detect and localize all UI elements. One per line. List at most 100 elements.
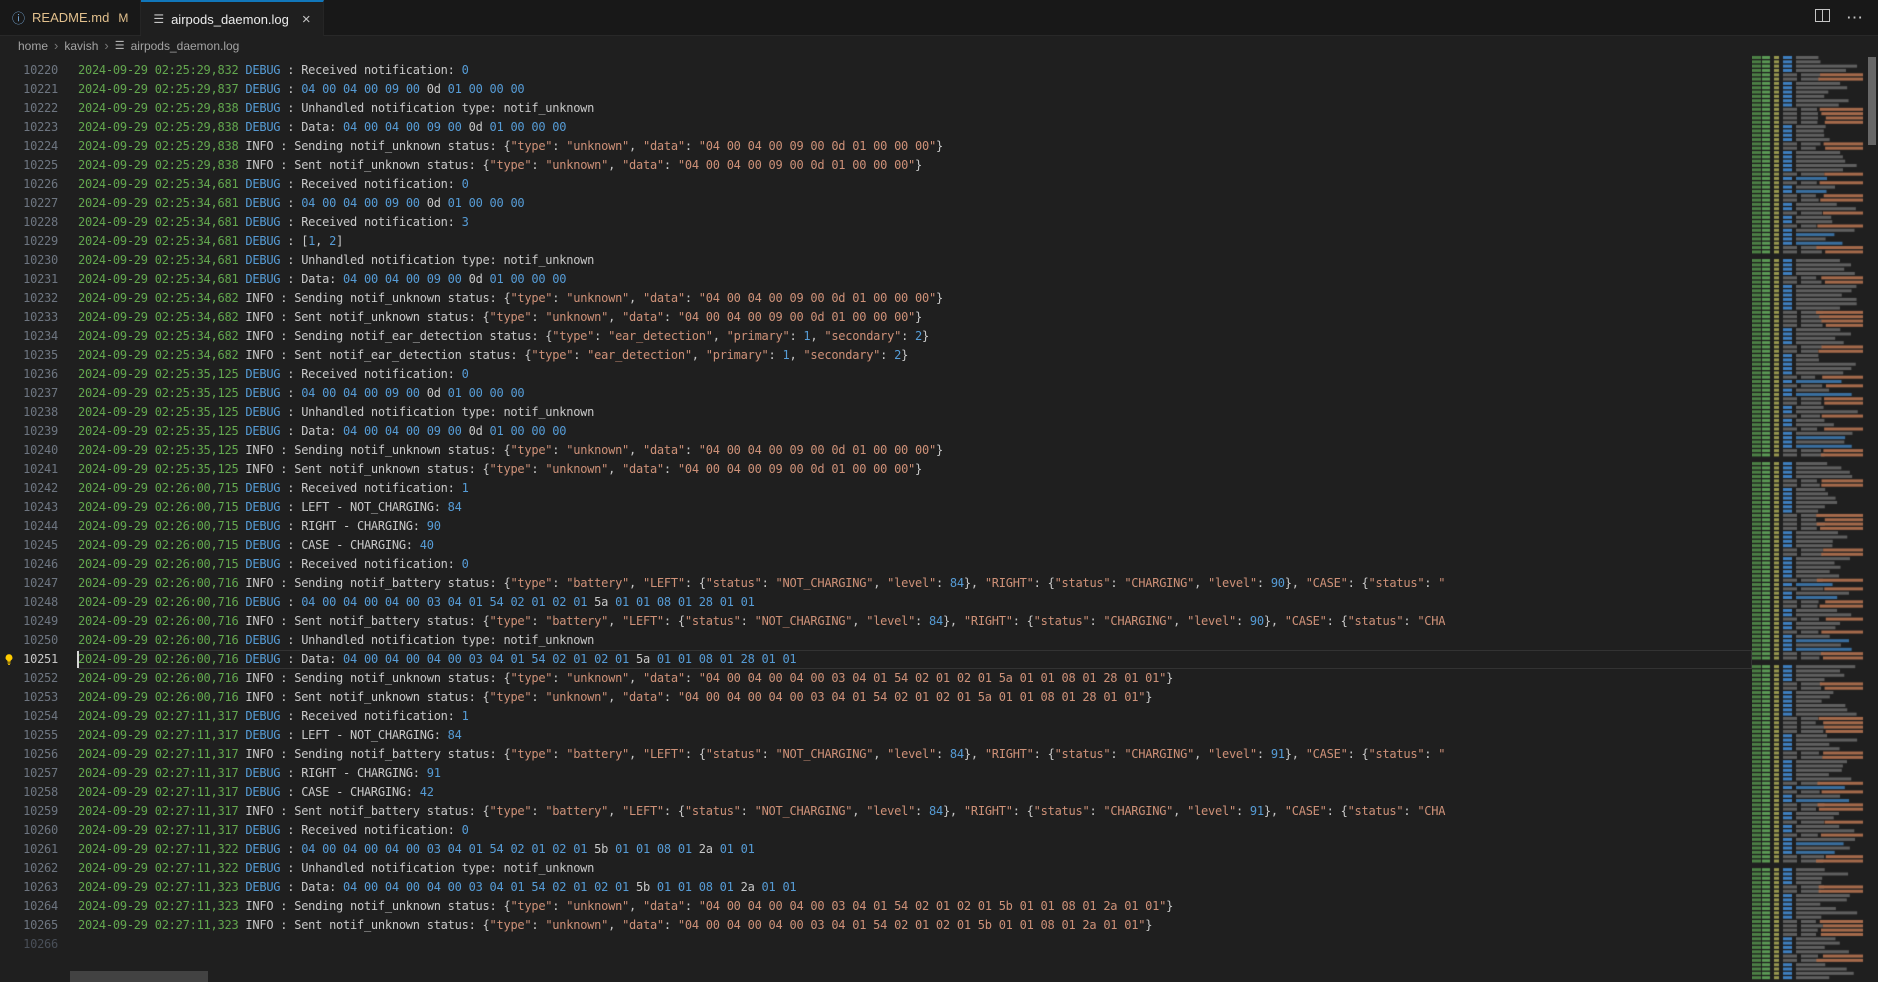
log-line-text[interactable]: 2024-09-29 02:25:29,838 DEBUG : Data: 04… <box>78 118 1752 137</box>
line-number[interactable]: 10248 <box>0 593 58 612</box>
line-number[interactable]: 10230 <box>0 251 58 270</box>
line-number[interactable]: 10255 <box>0 726 58 745</box>
log-line-text[interactable]: 2024-09-29 02:26:00,716 INFO : Sent noti… <box>78 612 1752 631</box>
line-number[interactable]: 10265 <box>0 916 58 935</box>
more-actions-icon[interactable]: ⋯ <box>1846 8 1864 28</box>
log-line[interactable]: 102532024-09-29 02:26:00,716 INFO : Sent… <box>0 688 1752 707</box>
log-line[interactable]: 10232 2024-09-29 02:25:34,682 INFO : Send… <box>0 289 1752 308</box>
breadcrumb-filename[interactable]: airpods_daemon.log <box>131 39 240 53</box>
log-line[interactable]: 102642024-09-29 02:27:11,323 INFO : Send… <box>0 897 1752 916</box>
line-number[interactable]: 10222 <box>0 99 58 118</box>
log-line[interactable]: 102422024-09-29 02:26:00,715 DEBUG : Rec… <box>0 479 1752 498</box>
log-line[interactable]: 10257 2024-09-29 02:27:11,317 DEBUG : RIG… <box>0 764 1752 783</box>
log-line-text[interactable]: 2024-09-29 02:26:00,716 DEBUG : 04 00 04… <box>78 593 1752 612</box>
log-line[interactable]: 10255 2024-09-29 02:27:11,317 DEBUG : LEF… <box>0 726 1752 745</box>
log-line[interactable]: 102562024-09-29 02:27:11,317 INFO : Send… <box>0 745 1752 764</box>
log-line[interactable]: 102402024-09-29 02:25:35,125 INFO : Send… <box>0 441 1752 460</box>
line-number[interactable]: 10244 <box>0 517 58 536</box>
line-number[interactable]: 10243 <box>0 498 58 517</box>
line-number[interactable]: 10233 <box>0 308 58 327</box>
line-number[interactable]: 10228 <box>0 213 58 232</box>
log-line-text[interactable]: 2024-09-29 02:25:35,125 INFO : Sent noti… <box>78 460 1752 479</box>
log-line-text[interactable]: 2024-09-29 02:26:00,715 DEBUG : LEFT - N… <box>78 498 1752 517</box>
line-number[interactable]: 10225 <box>0 156 58 175</box>
line-number[interactable]: 10235 <box>0 346 58 365</box>
log-line-text[interactable]: 2024-09-29 02:25:29,838 DEBUG : Unhandle… <box>78 99 1752 118</box>
log-line-text[interactable]: 2024-09-29 02:25:35,125 DEBUG : Received… <box>78 365 1752 384</box>
vertical-scrollbar-thumb[interactable] <box>1868 57 1876 145</box>
line-number[interactable]: 10246 <box>0 555 58 574</box>
log-line[interactable]: 102352024-09-29 02:25:34,682 INFO : Sent… <box>0 346 1752 365</box>
line-number[interactable]: 10224 <box>0 137 58 156</box>
log-line[interactable]: 102332024-09-29 02:25:34,682 INFO : Sent… <box>0 308 1752 327</box>
log-line-text[interactable]: 2024-09-29 02:25:29,838 INFO : Sent noti… <box>78 156 1752 175</box>
line-number[interactable]: 10256 <box>0 745 58 764</box>
line-number[interactable]: 10261 <box>0 840 58 859</box>
log-line[interactable]: 10236 2024-09-29 02:25:35,125 DEBUG : Rec… <box>0 365 1752 384</box>
line-number[interactable]: 10234 <box>0 327 58 346</box>
breadcrumb-home[interactable]: home <box>18 39 48 53</box>
log-line-text[interactable]: 2024-09-29 02:25:34,681 DEBUG : Unhandle… <box>78 251 1752 270</box>
line-number[interactable]: 10249 <box>0 612 58 631</box>
line-number[interactable]: 10245 <box>0 536 58 555</box>
log-line-text[interactable]: 2024-09-29 02:26:00,715 DEBUG : CASE - C… <box>78 536 1752 555</box>
line-number[interactable]: 10227 <box>0 194 58 213</box>
line-number[interactable]: 10257 <box>0 764 58 783</box>
log-line[interactable]: 10244 2024-09-29 02:26:00,715 DEBUG : RIG… <box>0 517 1752 536</box>
log-line[interactable]: 102342024-09-29 02:25:34,682 INFO : Send… <box>0 327 1752 346</box>
line-number[interactable]: 10223 <box>0 118 58 137</box>
line-number[interactable]: 10232 <box>0 289 58 308</box>
line-number[interactable]: 10231 <box>0 270 58 289</box>
line-number[interactable]: 10226 <box>0 175 58 194</box>
log-line-text[interactable]: 2024-09-29 02:27:11,317 DEBUG : CASE - C… <box>78 783 1752 802</box>
line-number[interactable]: 10239 <box>0 422 58 441</box>
log-line-text[interactable]: 2024-09-29 02:25:34,681 DEBUG : Received… <box>78 175 1752 194</box>
log-line[interactable]: 102412024-09-29 02:25:35,125 INFO : Sent… <box>0 460 1752 479</box>
line-number[interactable]: 10236 <box>0 365 58 384</box>
log-line[interactable]: 10224 2024-09-29 02:25:29,838 INFO : Send… <box>0 137 1752 156</box>
log-line[interactable]: 102602024-09-29 02:27:11,317 DEBUG : Rec… <box>0 821 1752 840</box>
log-line-text[interactable]: 2024-09-29 02:25:29,838 INFO : Sending n… <box>78 137 1752 156</box>
line-number[interactable]: 10238 <box>0 403 58 422</box>
line-number[interactable]: 10252 <box>0 669 58 688</box>
log-line[interactable]: 10230 2024-09-29 02:25:34,681 DEBUG : Unh… <box>0 251 1752 270</box>
breadcrumb-kavish[interactable]: kavish <box>64 39 98 53</box>
log-line-text[interactable]: 2024-09-29 02:25:34,681 DEBUG : [1, 2] <box>78 232 1752 251</box>
log-line[interactable]: 102512024-09-29 02:26:00,716 DEBUG : Dat… <box>0 650 1752 669</box>
log-line[interactable]: 102392024-09-29 02:25:35,125 DEBUG : Dat… <box>0 422 1752 441</box>
log-line[interactable]: 102202024-09-29 02:25:29,832 DEBUG : Rec… <box>0 61 1752 80</box>
log-line[interactable]: 102652024-09-29 02:27:11,323 INFO : Sent… <box>0 916 1752 935</box>
line-number[interactable]: 10242 <box>0 479 58 498</box>
log-line[interactable]: 102372024-09-29 02:25:35,125 DEBUG : 04 … <box>0 384 1752 403</box>
log-line-text[interactable]: 2024-09-29 02:27:11,317 DEBUG : LEFT - N… <box>78 726 1752 745</box>
log-line[interactable]: 102212024-09-29 02:25:29,837 DEBUG : 04 … <box>0 80 1752 99</box>
horizontal-scrollbar-thumb[interactable] <box>70 971 208 982</box>
line-number[interactable]: 10259 <box>0 802 58 821</box>
log-line[interactable]: 102272024-09-29 02:25:34,681 DEBUG : 04 … <box>0 194 1752 213</box>
log-line[interactable]: 102382024-09-29 02:25:35,125 DEBUG : Unh… <box>0 403 1752 422</box>
log-line[interactable]: 10258 2024-09-29 02:27:11,317 DEBUG : CAS… <box>0 783 1752 802</box>
log-line[interactable]: 102612024-09-29 02:27:11,322 DEBUG : 04 … <box>0 840 1752 859</box>
minimap[interactable] <box>1752 54 1866 982</box>
log-line-text[interactable]: 2024-09-29 02:25:34,682 INFO : Sending n… <box>78 289 1752 308</box>
log-line[interactable]: 10248 2024-09-29 02:26:00,716 DEBUG : 04 … <box>0 593 1752 612</box>
log-line[interactable]: 102542024-09-29 02:27:11,317 DEBUG : Rec… <box>0 707 1752 726</box>
line-number[interactable]: 10247 <box>0 574 58 593</box>
log-line-text[interactable]: 2024-09-29 02:27:11,323 DEBUG : Data: 04… <box>78 878 1752 897</box>
log-line[interactable]: 102502024-09-29 02:26:00,716 DEBUG : Unh… <box>0 631 1752 650</box>
log-line-text[interactable]: 2024-09-29 02:27:11,317 DEBUG : Received… <box>78 707 1752 726</box>
log-line[interactable]: 102522024-09-29 02:26:00,716 INFO : Send… <box>0 669 1752 688</box>
log-line-text[interactable]: 2024-09-29 02:25:29,832 DEBUG : Received… <box>78 61 1752 80</box>
log-line[interactable]: 102282024-09-29 02:25:34,681 DEBUG : Rec… <box>0 213 1752 232</box>
line-number[interactable]: 10250 <box>0 631 58 650</box>
log-line[interactable]: 102472024-09-29 02:26:00,716 INFO : Send… <box>0 574 1752 593</box>
log-line-text[interactable]: 2024-09-29 02:25:35,125 DEBUG : 04 00 04… <box>78 384 1752 403</box>
log-line-text[interactable]: 2024-09-29 02:27:11,317 DEBUG : RIGHT - … <box>78 764 1752 783</box>
log-line[interactable]: 102622024-09-29 02:27:11,322 DEBUG : Unh… <box>0 859 1752 878</box>
log-line-text[interactable]: 2024-09-29 02:26:00,715 DEBUG : RIGHT - … <box>78 517 1752 536</box>
log-line-text[interactable]: 2024-09-29 02:27:11,317 DEBUG : Received… <box>78 821 1752 840</box>
log-line[interactable]: 10223 2024-09-29 02:25:29,838 DEBUG : Dat… <box>0 118 1752 137</box>
line-number[interactable]: 10258 <box>0 783 58 802</box>
log-line-text[interactable]: 2024-09-29 02:27:11,322 DEBUG : Unhandle… <box>78 859 1752 878</box>
line-number[interactable]: 10266 <box>0 935 58 954</box>
